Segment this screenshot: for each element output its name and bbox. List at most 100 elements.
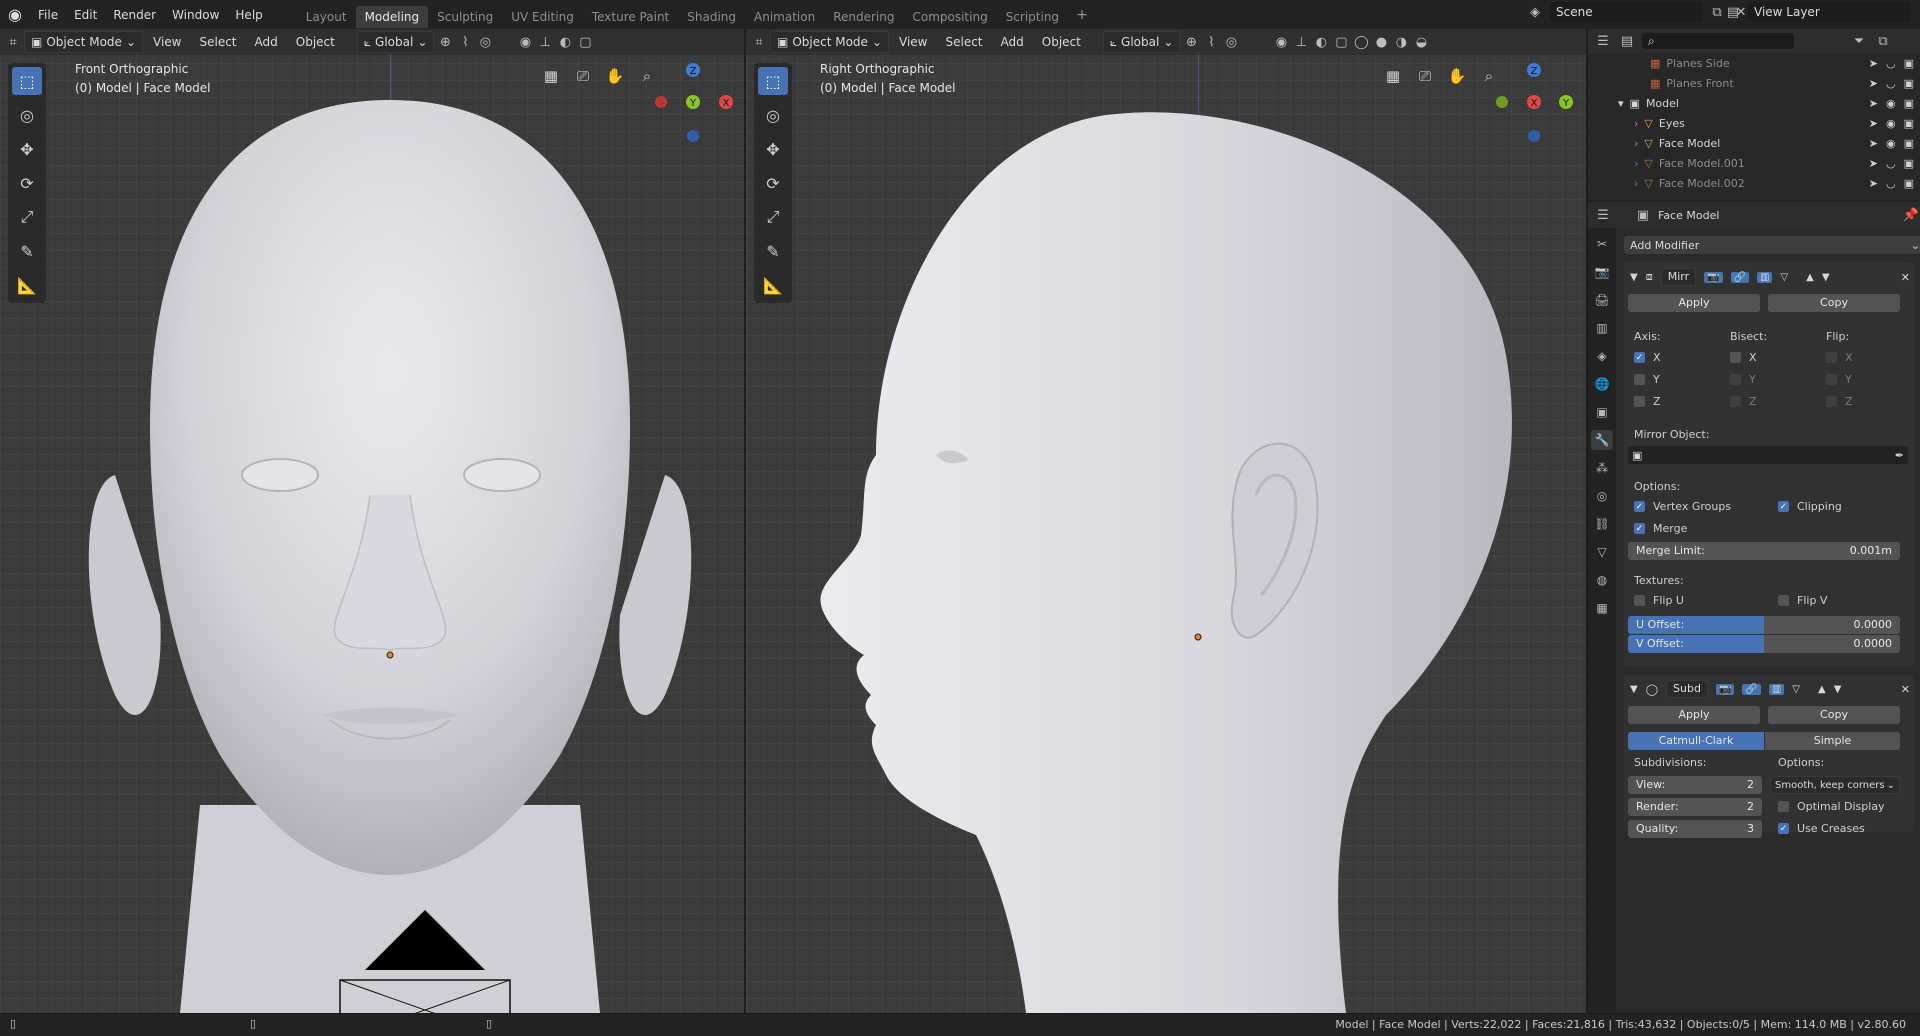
outliner-row[interactable]: › ▽ Eyes ➤ ◉ ▣	[1588, 113, 1920, 133]
eye-icon[interactable]: ◉	[1886, 137, 1896, 150]
camera-icon[interactable]: ▣	[1904, 57, 1914, 70]
orientation-dropdown[interactable]: ⟀ Global ⌄	[1102, 31, 1181, 53]
overlay-icon[interactable]: ◐	[1312, 33, 1330, 51]
tool-tab-icon[interactable]: ✂	[1591, 234, 1613, 254]
proportional-edit-icon[interactable]: ◎	[476, 33, 494, 51]
cage-toggle-icon[interactable]: ▽	[1780, 272, 1788, 283]
scene-field[interactable]: Scene	[1550, 2, 1702, 22]
menu-edit[interactable]: Edit	[66, 3, 105, 27]
select-arrow-icon[interactable]: ➤	[1869, 157, 1878, 170]
flip-y-checkbox[interactable]: Y	[1826, 373, 1852, 386]
select-arrow-icon[interactable]: ➤	[1869, 57, 1878, 70]
outliner-row[interactable]: ▦ Planes Side ➤ ◡ ▣	[1588, 53, 1920, 73]
select-arrow-icon[interactable]: ➤	[1869, 177, 1878, 190]
camera-view-icon[interactable]: ⎚	[572, 65, 594, 87]
tab-rendering[interactable]: Rendering	[824, 6, 903, 28]
camera-icon[interactable]: ▣	[1904, 97, 1914, 110]
merge-limit-field[interactable]: Merge Limit: 0.001m	[1628, 542, 1900, 560]
menu-file[interactable]: File	[30, 3, 66, 27]
editmode-toggle-icon[interactable]: ▥	[1768, 683, 1785, 695]
snap-icon[interactable]: ⌇	[456, 33, 474, 51]
render-levels-field[interactable]: Render: 2	[1628, 798, 1762, 816]
left-viewport[interactable]: ⌗ ▣ Object Mode ⌄ View Select Add Object ⟀…	[0, 29, 744, 1013]
menu-select[interactable]: Select	[937, 32, 990, 52]
editor-type-icon[interactable]: ⌗	[750, 33, 768, 51]
menu-object[interactable]: Object	[1034, 32, 1089, 52]
flip-v-checkbox[interactable]: Flip V	[1778, 594, 1827, 607]
axis-gizmo[interactable]: Z Y X	[640, 62, 740, 142]
view-layer-field[interactable]: View Layer	[1748, 2, 1910, 22]
flip-z-checkbox[interactable]: Z	[1826, 395, 1853, 408]
xray-icon[interactable]: ▢	[576, 33, 594, 51]
axis-gizmo[interactable]: Z X Y	[1482, 62, 1582, 142]
close-icon[interactable]: ✕	[1901, 683, 1910, 696]
chevron-right-icon[interactable]: ›	[1634, 157, 1638, 170]
eye-hidden-icon[interactable]: ◡	[1886, 177, 1896, 190]
menu-add[interactable]: Add	[993, 32, 1032, 52]
data-tab-icon[interactable]: ▽	[1591, 542, 1613, 562]
tab-layout[interactable]: Layout	[297, 6, 356, 28]
tab-animation[interactable]: Animation	[745, 6, 824, 28]
outliner-row[interactable]: ▦ Planes Front ➤ ◡ ▣	[1588, 73, 1920, 93]
grid-view-icon[interactable]: ▦	[1382, 65, 1404, 87]
outliner-row[interactable]: ▾ ▣ Model ➤ ◉ ▣	[1588, 93, 1920, 113]
apply-button[interactable]: Apply	[1628, 294, 1760, 312]
material-tab-icon[interactable]: ◍	[1591, 570, 1613, 590]
cage-toggle-icon[interactable]: ▽	[1792, 684, 1800, 695]
mirror-object-field[interactable]: ▣ ✒	[1628, 446, 1908, 464]
wireframe-shading-icon[interactable]: ◯	[1352, 33, 1370, 51]
axis-x-checkbox[interactable]: ✓ X	[1634, 351, 1661, 364]
tab-scripting[interactable]: Scripting	[997, 6, 1068, 28]
axis-y-checkbox[interactable]: Y	[1634, 373, 1660, 386]
use-creases-checkbox[interactable]: ✓ Use Creases	[1778, 822, 1865, 835]
tab-sculpting[interactable]: Sculpting	[428, 6, 502, 28]
xray-icon[interactable]: ▢	[1332, 33, 1350, 51]
select-arrow-icon[interactable]: ➤	[1869, 137, 1878, 150]
eye-hidden-icon[interactable]: ◡	[1886, 157, 1896, 170]
tab-compositing[interactable]: Compositing	[903, 6, 996, 28]
bisect-y-checkbox[interactable]: Y	[1730, 373, 1756, 386]
pan-hand-icon[interactable]: ✋	[1446, 65, 1468, 87]
bisect-x-checkbox[interactable]: X	[1730, 351, 1757, 364]
render-toggle-icon[interactable]: 📷	[1704, 271, 1723, 283]
cursor-tool[interactable]: ◎	[12, 101, 42, 129]
world-tab-icon[interactable]: 🌐	[1591, 374, 1613, 394]
pivot-icon[interactable]: ⊕	[436, 33, 454, 51]
camera-icon[interactable]: ▣	[1904, 177, 1914, 190]
view-layer-icon[interactable]: ▤	[1724, 3, 1742, 21]
outliner-row[interactable]: › ▽ Face Model.002 ➤ ◡ ▣	[1588, 173, 1920, 193]
modifier-tab-icon[interactable]: 🔧	[1591, 430, 1613, 450]
menu-add[interactable]: Add	[247, 32, 286, 52]
scene-icon[interactable]: ◈	[1526, 3, 1544, 21]
measure-tool[interactable]: 📐	[12, 271, 42, 299]
constraints-tab-icon[interactable]: ⛓	[1591, 514, 1613, 534]
eyedropper-icon[interactable]: ✒	[1895, 449, 1904, 462]
apply-button[interactable]: Apply	[1628, 706, 1760, 724]
camera-icon[interactable]: ▣	[1904, 77, 1914, 90]
menu-view[interactable]: View	[145, 32, 189, 52]
merge-checkbox[interactable]: ✓ Merge	[1634, 522, 1687, 535]
texture-tab-icon[interactable]: ▦	[1591, 598, 1613, 618]
camera-view-icon[interactable]: ⎚	[1414, 65, 1436, 87]
uv-smooth-dropdown[interactable]: Smooth, keep corners ⌄	[1770, 776, 1900, 794]
mode-dropdown[interactable]: ▣ Object Mode ⌄	[24, 31, 143, 53]
editor-type-icon[interactable]: ☰	[1594, 32, 1612, 50]
simple-button[interactable]: Simple	[1765, 732, 1900, 750]
editor-type-icon[interactable]: ⌗	[4, 33, 22, 51]
tab-texture-paint[interactable]: Texture Paint	[583, 6, 678, 28]
particles-tab-icon[interactable]: ⁂	[1591, 458, 1613, 478]
pin-icon[interactable]: 📌	[1902, 206, 1920, 224]
grid-view-icon[interactable]: ▦	[540, 65, 562, 87]
gizmo-icon[interactable]: ⊥	[536, 33, 554, 51]
tab-shading[interactable]: Shading	[678, 6, 745, 28]
close-icon[interactable]: ✕	[1901, 271, 1910, 284]
collapse-icon[interactable]: ▼	[1630, 684, 1638, 695]
mode-dropdown[interactable]: ▣ Object Mode ⌄	[770, 31, 889, 53]
rendered-shading-icon[interactable]: ◒	[1412, 33, 1430, 51]
menu-object[interactable]: Object	[288, 32, 343, 52]
chevron-down-icon[interactable]: ▾	[1618, 97, 1624, 110]
menu-help[interactable]: Help	[227, 3, 270, 27]
viewport-toggle-icon[interactable]: 🔗	[1730, 271, 1750, 283]
scale-tool[interactable]: ⤢	[758, 203, 788, 231]
orientation-dropdown[interactable]: ⟀ Global ⌄	[356, 31, 435, 53]
